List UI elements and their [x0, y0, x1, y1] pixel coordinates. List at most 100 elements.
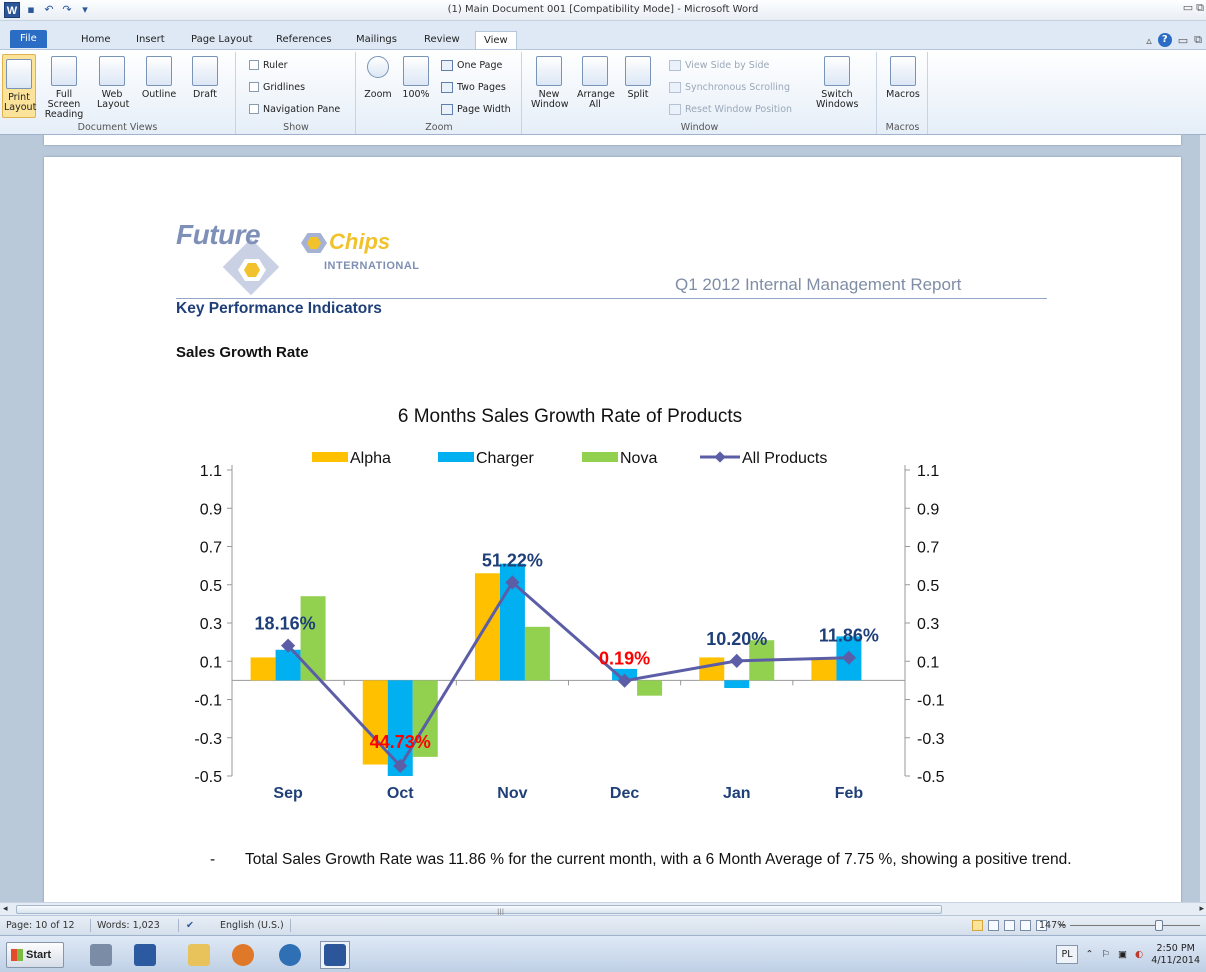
- show-hidden-icons-icon[interactable]: ⌃: [1086, 949, 1094, 960]
- two-pages-button[interactable]: Two Pages: [441, 79, 506, 95]
- arrange-all-icon: [582, 56, 608, 86]
- taskbar-firefox-app[interactable]: [228, 941, 258, 969]
- macros-icon: [890, 56, 916, 86]
- zoom-slider[interactable]: [1070, 925, 1200, 926]
- y-tick-label-left: 0.3: [200, 616, 222, 633]
- doc-restore-icon[interactable]: ⧉: [1194, 33, 1202, 47]
- tab-file[interactable]: File: [10, 30, 47, 48]
- zoom-100-icon: [403, 56, 429, 86]
- legend-swatch: [312, 452, 348, 462]
- minimize-icon[interactable]: ▭: [1183, 1, 1193, 15]
- taskbar-word-app[interactable]: [320, 941, 350, 969]
- data-label: 18.16%: [255, 614, 316, 634]
- taskbar-network-app[interactable]: [86, 941, 116, 969]
- gridlines-checkbox[interactable]: Gridlines: [249, 79, 305, 95]
- y-tick-label-left: 0.9: [200, 501, 222, 518]
- firefox-icon: [232, 944, 254, 966]
- chart-legend: Alpha Charger Nova All Products: [312, 450, 827, 467]
- scroll-right-icon[interactable]: ▸: [1199, 904, 1204, 914]
- vertical-scrollbar[interactable]: [1200, 135, 1206, 902]
- y-tick-label-right: -0.3: [917, 731, 945, 748]
- zoom-button[interactable]: Zoom: [363, 56, 393, 100]
- group-label-show: Show: [283, 122, 309, 133]
- chart-data-labels: 18.16% 44.73% 51.22% 0.19% 10.20% 11.86%: [255, 550, 879, 752]
- arrange-all-button[interactable]: Arrange All: [575, 56, 615, 110]
- legend-line-marker: [714, 451, 726, 463]
- web-layout-view-icon[interactable]: [1004, 920, 1015, 931]
- outline-view-icon[interactable]: [1020, 920, 1031, 931]
- page-width-button[interactable]: Page Width: [441, 101, 511, 117]
- split-icon: [625, 56, 651, 86]
- print-layout-view-icon[interactable]: [972, 920, 983, 931]
- print-layout-button[interactable]: Print Layout: [2, 54, 36, 118]
- app-icon: [279, 944, 301, 966]
- doc-minimize-icon[interactable]: ▭: [1178, 34, 1188, 47]
- action-center-flag-icon[interactable]: ⚐: [1101, 949, 1110, 960]
- tab-references[interactable]: References: [268, 31, 340, 49]
- language-indicator[interactable]: English (U.S.): [220, 920, 284, 931]
- taskbar-app[interactable]: [275, 941, 305, 969]
- zoom-100-button[interactable]: 100%: [399, 56, 433, 100]
- y-tick-label-left: -0.1: [194, 693, 222, 710]
- web-layout-button[interactable]: Web Layout: [93, 56, 131, 110]
- full-screen-view-icon[interactable]: [988, 920, 999, 931]
- web-layout-icon: [99, 56, 125, 86]
- tab-view[interactable]: View: [475, 31, 517, 49]
- y-tick-label-left: 0.1: [200, 654, 222, 671]
- reset-window-position-button[interactable]: Reset Window Position: [669, 101, 792, 117]
- y-tick-label-left: 0.7: [200, 540, 222, 557]
- help-controls: ▵ ? ▭ ⧉: [1146, 33, 1202, 47]
- bar-nova: [637, 680, 663, 696]
- ruler-checkbox[interactable]: Ruler: [249, 57, 288, 73]
- help-icon[interactable]: ?: [1157, 33, 1172, 47]
- tab-insert[interactable]: Insert: [128, 31, 173, 49]
- taskbar-powershell-app[interactable]: [130, 941, 160, 969]
- synchronous-scrolling-button[interactable]: Synchronous Scrolling: [669, 79, 790, 95]
- restore-icon[interactable]: ⧉: [1196, 1, 1204, 15]
- network-tray-icon[interactable]: ▣: [1118, 949, 1127, 960]
- view-side-by-side-button[interactable]: View Side by Side: [669, 57, 769, 73]
- tab-home[interactable]: Home: [73, 31, 119, 49]
- group-label-document-views: Document Views: [77, 122, 158, 133]
- powershell-icon: [134, 944, 156, 966]
- category-label: Sep: [273, 785, 303, 802]
- bullet-text: Total Sales Growth Rate was 11.86 % for …: [245, 851, 1072, 868]
- one-page-button[interactable]: One Page: [441, 57, 502, 73]
- proofing-icon[interactable]: ✔: [186, 920, 194, 931]
- switch-windows-button[interactable]: Switch Windows: [815, 56, 859, 110]
- data-label: 11.86%: [819, 626, 879, 646]
- page-count[interactable]: Page: 10 of 12: [6, 920, 75, 931]
- data-label: 44.73%: [370, 732, 431, 752]
- horizontal-scroll-thumb[interactable]: |||: [16, 905, 942, 916]
- new-window-button[interactable]: New Window: [529, 56, 569, 110]
- chart-title: 6 Months Sales Growth Rate of Products: [398, 406, 742, 427]
- full-screen-reading-button[interactable]: Full Screen Reading: [40, 56, 88, 120]
- volume-muted-icon[interactable]: ◐: [1135, 949, 1143, 960]
- tab-review[interactable]: Review: [416, 31, 468, 49]
- draft-button[interactable]: Draft: [185, 56, 225, 100]
- tab-page-layout[interactable]: Page Layout: [183, 31, 260, 49]
- clock[interactable]: 2:50 PM 4/11/2014: [1151, 943, 1200, 967]
- macros-button[interactable]: Macros: [884, 56, 922, 100]
- scroll-left-icon[interactable]: ◂: [3, 904, 8, 914]
- minimize-ribbon-icon[interactable]: ▵: [1146, 34, 1152, 47]
- taskbar-explorer-app[interactable]: [184, 941, 214, 969]
- group-label-macros: Macros: [885, 122, 920, 133]
- horizontal-scrollbar[interactable]: ◂ ||| ▸: [0, 902, 1206, 916]
- split-button[interactable]: Split: [621, 56, 655, 100]
- y-tick-label-right: 1.1: [917, 463, 939, 480]
- zoom-slider-thumb[interactable]: [1155, 920, 1163, 931]
- windows-flag-icon: [11, 949, 23, 961]
- outline-button[interactable]: Outline: [139, 56, 179, 100]
- navigation-pane-checkbox[interactable]: Navigation Pane: [249, 101, 340, 117]
- data-label: 10.20%: [706, 629, 767, 649]
- language-bar[interactable]: PL: [1056, 945, 1078, 964]
- start-button[interactable]: Start: [6, 942, 64, 968]
- taskbar: Start PL ⌃ ⚐ ▣ ◐ 2:50 PM 4/11/2014: [0, 935, 1206, 972]
- zoom-out-icon[interactable]: −: [1058, 920, 1066, 931]
- group-macros: Macros Macros: [878, 52, 928, 134]
- tab-mailings[interactable]: Mailings: [348, 31, 405, 49]
- document-area[interactable]: Future Chips INTERNATIONAL Q1 2012 Inter…: [0, 135, 1206, 902]
- report-title: Q1 2012 Internal Management Report: [675, 275, 962, 294]
- word-count[interactable]: Words: 1,023: [97, 920, 160, 931]
